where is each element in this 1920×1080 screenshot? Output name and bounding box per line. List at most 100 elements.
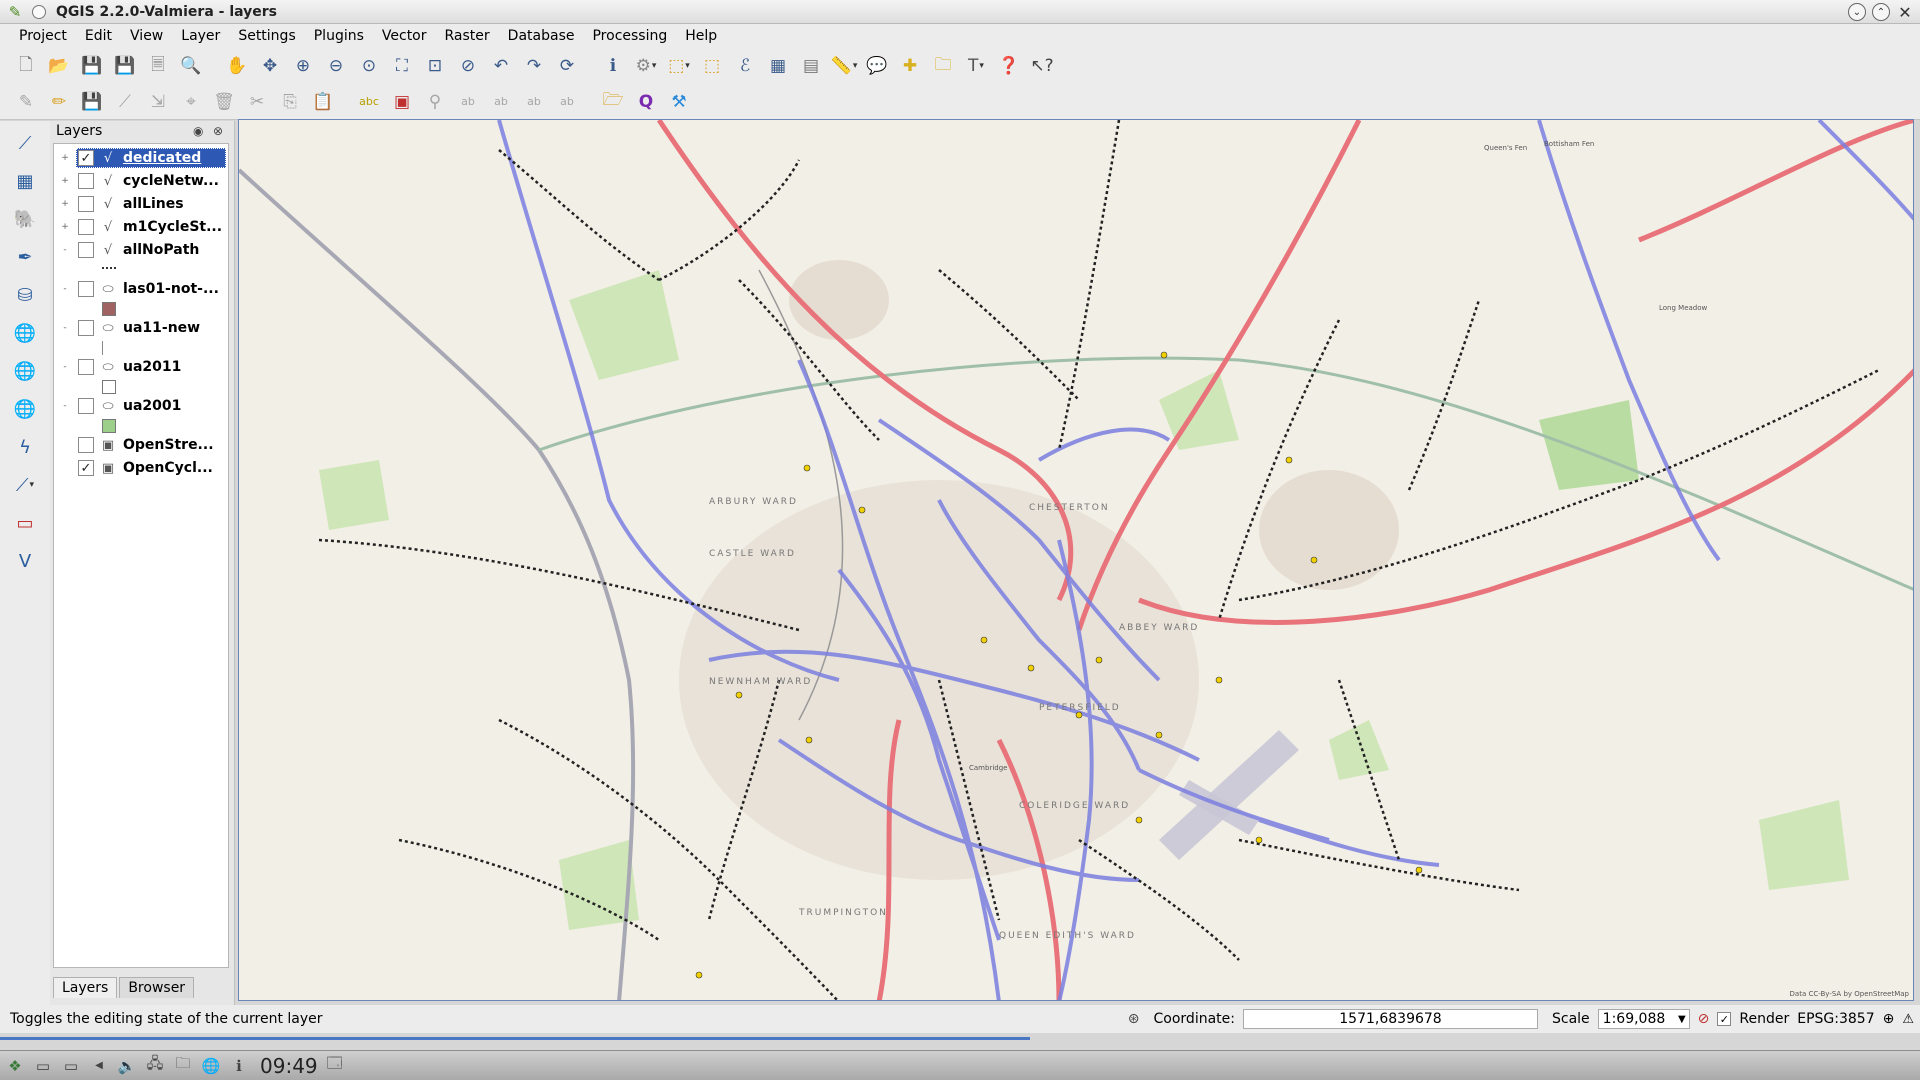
menu-vector[interactable]: Vector — [373, 28, 436, 44]
collapse-icon[interactable]: - — [60, 284, 70, 294]
layer-visibility-checkbox[interactable] — [78, 281, 94, 297]
new-spatialite-icon[interactable]: V — [9, 545, 41, 577]
tab-layers[interactable]: Layers — [53, 977, 118, 998]
zoom-next-icon[interactable]: ↷ — [520, 52, 548, 80]
remove-layer-icon[interactable]: ▭ — [9, 507, 41, 539]
change-label-icon[interactable]: ab — [553, 88, 581, 116]
current-edits-icon[interactable]: ✎ — [12, 88, 40, 116]
volume-icon[interactable]: 🔈 — [116, 1055, 138, 1077]
paste-features-icon[interactable]: 📋 — [309, 88, 337, 116]
layer-visibility-checkbox[interactable] — [78, 242, 94, 258]
help-contents-icon[interactable]: ❓ — [995, 52, 1023, 80]
layer-visibility-checkbox[interactable] — [78, 219, 94, 235]
layer-row-allnopath[interactable]: - √ allNoPath — [54, 239, 230, 261]
expand-icon[interactable]: + — [60, 199, 70, 209]
add-mssql-layer-icon[interactable]: ⛁ — [9, 279, 41, 311]
new-project-icon[interactable]: 🗋 — [12, 52, 40, 80]
add-wcs-layer-icon[interactable]: 🌐 — [9, 355, 41, 387]
layer-row-ua11-new[interactable]: - ⬭ ua11-new — [54, 317, 230, 339]
copy-features-icon[interactable]: ⎘ — [276, 88, 304, 116]
toggle-editing-icon[interactable]: ✏ — [45, 88, 73, 116]
maximize-button[interactable]: ⌃ — [1872, 3, 1890, 21]
layer-visibility-checkbox[interactable] — [78, 398, 94, 414]
refresh-icon[interactable]: ⟳ — [553, 52, 581, 80]
zoom-to-layer-icon[interactable]: ⊘ — [454, 52, 482, 80]
open-project-icon[interactable]: 📂 — [45, 52, 73, 80]
show-bookmarks-icon[interactable]: 🗀 — [929, 52, 957, 80]
collapse-icon[interactable]: - — [60, 323, 70, 333]
coordinate-field[interactable]: 1571,6839678 — [1242, 1009, 1538, 1029]
collapse-icon[interactable]: - — [60, 401, 70, 411]
layer-visibility-checkbox[interactable]: ✓ — [78, 460, 94, 476]
layer-visibility-checkbox[interactable] — [78, 359, 94, 375]
move-feature-icon[interactable]: ⇲ — [144, 88, 172, 116]
arrow-left-icon[interactable]: ◀ — [88, 1055, 110, 1077]
identify-features-icon[interactable]: ℹ — [599, 52, 627, 80]
add-delimited-text-icon[interactable]: ϟ — [9, 431, 41, 463]
crs-globe-icon[interactable]: ⊕ — [1883, 1011, 1895, 1027]
zoom-last-icon[interactable]: ↶ — [487, 52, 515, 80]
layer-row-dedicated[interactable]: + ✓ √ dedicated — [54, 147, 230, 169]
file-manager-icon[interactable]: 🗀 — [172, 1054, 194, 1077]
layer-row-las01[interactable]: - ⬭ las01-not-... — [54, 278, 230, 300]
layer-row-opencyclemap[interactable]: ✓ ▣ OpenCycl... — [54, 457, 230, 479]
layer-visibility-checkbox[interactable] — [78, 437, 94, 453]
quick-query-icon[interactable]: Q — [632, 88, 660, 116]
select-features-icon[interactable]: ⬚ — [665, 52, 693, 80]
close-button[interactable]: ✕ — [1896, 3, 1914, 22]
layer-visibility-checkbox[interactable] — [78, 320, 94, 336]
crs-status[interactable]: EPSG:3857 — [1797, 1011, 1874, 1027]
new-print-composer-icon[interactable]: 🗏 — [144, 52, 172, 80]
whats-this-icon[interactable]: ↖? — [1028, 52, 1056, 80]
add-vector-layer-icon[interactable]: ⟋ — [9, 127, 41, 159]
layer-row-alllines[interactable]: + √ allLines — [54, 193, 230, 215]
text-annotation-icon[interactable]: T — [962, 52, 990, 80]
stop-render-icon[interactable]: ⊘ — [1698, 1011, 1710, 1027]
move-label-icon[interactable]: ab — [487, 88, 515, 116]
save-project-icon[interactable]: 💾 — [78, 52, 106, 80]
float-panel-icon[interactable]: ◉ — [193, 124, 203, 138]
layer-diagram-icon[interactable]: ▣ — [388, 88, 416, 116]
qgis-taskbar-icon[interactable]: 🌐 — [200, 1055, 222, 1077]
map-tips-icon[interactable]: 💬 — [863, 52, 891, 80]
coordinate-toggle-icon[interactable]: ⊛ — [1128, 1011, 1140, 1027]
add-wms-layer-icon[interactable]: 🌐 — [9, 317, 41, 349]
layer-row-m1cyclest[interactable]: + √ m1CycleSt... — [54, 216, 230, 238]
scale-select[interactable]: 1:69,088 ▼ — [1597, 1009, 1690, 1029]
measure-line-icon[interactable]: 📏 — [830, 52, 858, 80]
zoom-full-icon[interactable]: ⛶ — [388, 52, 416, 80]
add-spatialite-layer-icon[interactable]: ✒ — [9, 241, 41, 273]
zoom-in-icon[interactable]: ⊕ — [289, 52, 317, 80]
expand-icon[interactable]: + — [60, 176, 70, 186]
pan-map-icon[interactable]: ✋ — [223, 52, 251, 80]
add-raster-layer-icon[interactable]: ▦ — [9, 165, 41, 197]
menu-raster[interactable]: Raster — [436, 28, 499, 44]
menu-project[interactable]: Project — [10, 28, 76, 44]
layer-visibility-checkbox[interactable]: ✓ — [78, 150, 94, 166]
save-layer-edits-icon[interactable]: 💾 — [78, 88, 106, 116]
desktop-switcher-icon-2[interactable]: ▭ — [60, 1055, 82, 1077]
start-menu-icon[interactable]: ❖ — [4, 1055, 26, 1077]
composer-manager-icon[interactable]: 🔍 — [177, 52, 205, 80]
expand-icon[interactable]: + — [60, 153, 70, 163]
layer-row-ua2011[interactable]: - ⬭ ua2011 — [54, 356, 230, 378]
layer-row-ua2001[interactable]: - ⬭ ua2001 — [54, 395, 230, 417]
expand-icon[interactable]: + — [60, 222, 70, 232]
layer-visibility-checkbox[interactable] — [78, 173, 94, 189]
cut-features-icon[interactable]: ✂ — [243, 88, 271, 116]
menu-database[interactable]: Database — [499, 28, 584, 44]
add-feature-icon[interactable]: ⟋ — [111, 88, 139, 116]
db-manager-icon[interactable]: 🗁 — [599, 88, 627, 116]
messages-warning-icon[interactable]: ⚠ — [1902, 1012, 1914, 1027]
desktop-switcher-icon[interactable]: ▭ — [32, 1055, 54, 1077]
close-panel-icon[interactable]: ⊗ — [213, 124, 223, 138]
new-bookmark-icon[interactable]: ✚ — [896, 52, 924, 80]
render-checkbox[interactable]: ✓ — [1717, 1012, 1732, 1026]
zoom-native-icon[interactable]: ⊙ — [355, 52, 383, 80]
layer-row-cyclenetw[interactable]: + √ cycleNetw... — [54, 170, 230, 192]
collapse-icon[interactable]: - — [60, 362, 70, 372]
layer-row-openstreetmap[interactable]: ▣ OpenStre... — [54, 434, 230, 456]
node-tool-icon[interactable]: ⌖ — [177, 88, 205, 116]
statistical-summary-icon[interactable]: ▤ — [797, 52, 825, 80]
zoom-to-selection-icon[interactable]: ⊡ — [421, 52, 449, 80]
